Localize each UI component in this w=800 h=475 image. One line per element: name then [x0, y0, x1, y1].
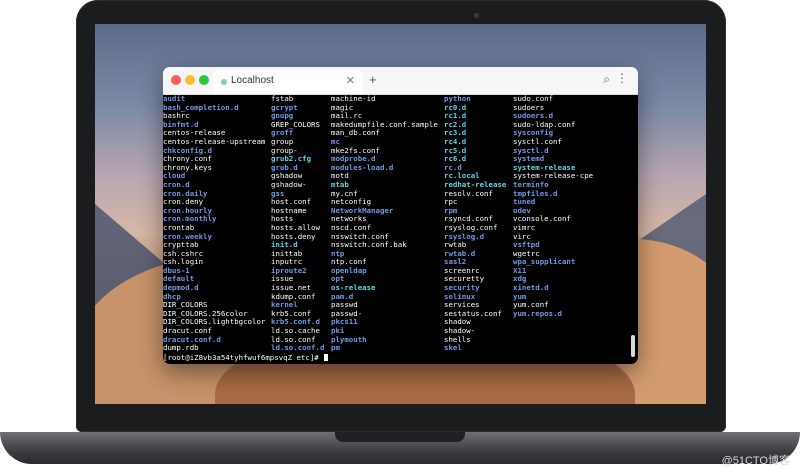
- terminal-entry: pm: [331, 343, 340, 353]
- terminal-entry: dump.rdb: [163, 343, 199, 353]
- close-window-button[interactable]: [171, 75, 181, 85]
- terminal-prompt[interactable]: [root@iZ8vb3a54tyhfwuf6mpsvqZ etc]#: [163, 353, 329, 362]
- terminal-column-1: audit bash_completion.d bashrc binfmt.d cent…: [163, 94, 265, 353]
- tab-localhost[interactable]: Localhost ✕: [213, 70, 363, 94]
- terminal-column-3: machine-id magic mail.rc makedumpfile.conf.…: [331, 94, 438, 353]
- terminal-entry: yum.repos.d: [513, 308, 562, 318]
- terminal-entry: man_db.conf: [331, 128, 380, 138]
- terminal-entry: plymouth: [331, 334, 367, 344]
- terminal-entry: openldap: [331, 265, 367, 275]
- plus-icon[interactable]: +: [369, 72, 377, 87]
- terminal-entry: nsswitch.conf.bak: [331, 240, 407, 250]
- browser-window: Localhost ✕ + ⌕ ⋮ audit bash_completion.d…: [163, 67, 638, 364]
- close-icon[interactable]: ✕: [346, 74, 355, 87]
- terminal-scrollbar[interactable]: [631, 335, 635, 357]
- tab-label: Localhost: [231, 75, 274, 86]
- tab-status-icon: [221, 79, 227, 85]
- maximize-window-button[interactable]: [199, 75, 209, 85]
- prompt-text: [root@iZ8vb3a54tyhfwuf6mpsvqZ etc]#: [163, 353, 324, 362]
- watermark: @51CTO博客: [721, 455, 790, 467]
- search-icon[interactable]: ⌕: [603, 72, 610, 87]
- more-vertical-icon[interactable]: ⋮: [616, 71, 628, 85]
- terminal-column-2: fstab gcrypt gnupg GREP_COLORS groff group gro…: [271, 94, 325, 353]
- terminal-entry: pkcs11: [331, 317, 358, 327]
- terminal[interactable]: audit bash_completion.d bashrc binfmt.d cent…: [163, 94, 638, 364]
- terminal-column-4: python rc0.d rc1.d rc2.d rc3.d rc4.d rc5.d rc6.…: [444, 94, 506, 353]
- terminal-entry: skel: [444, 343, 462, 353]
- browser-titlebar: Localhost ✕ + ⌕ ⋮: [163, 67, 638, 95]
- cursor: [324, 354, 329, 361]
- terminal-entry: ld.so.conf.d: [271, 343, 325, 353]
- camera: [474, 13, 479, 18]
- terminal-column-5: sudo.conf sudoers sudoers.d sudo-ldap.conf s…: [513, 94, 593, 318]
- minimize-window-button[interactable]: [185, 75, 195, 85]
- laptop-notch: [335, 432, 465, 442]
